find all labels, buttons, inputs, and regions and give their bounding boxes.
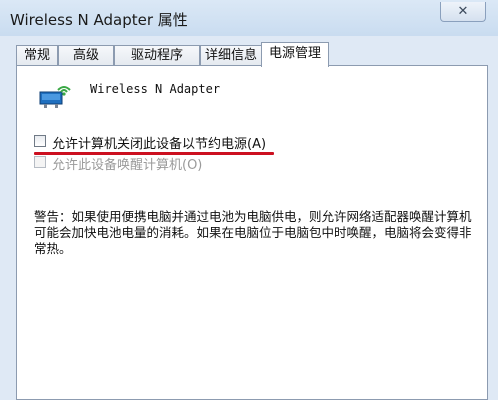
checkbox-box-disabled[interactable] (34, 156, 46, 168)
tab-general[interactable]: 常规 (16, 45, 58, 66)
tab-advanced[interactable]: 高级 (58, 45, 114, 66)
tab-general-label: 常规 (23, 48, 50, 63)
tab-details-label: 详细信息 (204, 48, 257, 63)
allow-wake-checkbox[interactable]: 允许此设备唤醒计算机(O) (34, 155, 234, 173)
warning-text: 警告：如果使用便携电脑并通过电池为电脑供电，则允许网络适配器唤醒计算机可能会加快… (34, 209, 472, 256)
close-icon: ✕ (457, 4, 469, 19)
tab-advanced-label: 高级 (72, 48, 99, 63)
allow-wake-label: 允许此设备唤醒计算机(O) (52, 158, 203, 173)
tab-driver[interactable]: 驱动程序 (114, 45, 200, 66)
close-button[interactable]: ✕ (440, 2, 486, 22)
tab-power-management[interactable]: 电源管理 (261, 42, 329, 67)
tab-power-management-label: 电源管理 (268, 46, 321, 61)
checkbox-box[interactable] (34, 135, 46, 147)
allow-power-off-label: 允许计算机关闭此设备以节约电源(A) (52, 137, 267, 152)
device-name: Wireless N Adapter (90, 82, 221, 96)
window-title: Wireless N Adapter 属性 (10, 11, 188, 29)
tab-details[interactable]: 详细信息 (200, 45, 262, 66)
title-bar[interactable]: Wireless N Adapter 属性 ✕ (0, 0, 498, 36)
tab-driver-label: 驱动程序 (130, 48, 183, 63)
tab-strip: 常规 高级 驱动程序 详细信息 电源管理 (16, 42, 486, 67)
network-adapter-icon (38, 80, 72, 110)
properties-window: Wireless N Adapter 属性 ✕ 常规 高级 驱动程序 详细信息 … (0, 0, 498, 400)
allow-power-off-checkbox[interactable]: 允许计算机关闭此设备以节约电源(A) (34, 134, 294, 152)
